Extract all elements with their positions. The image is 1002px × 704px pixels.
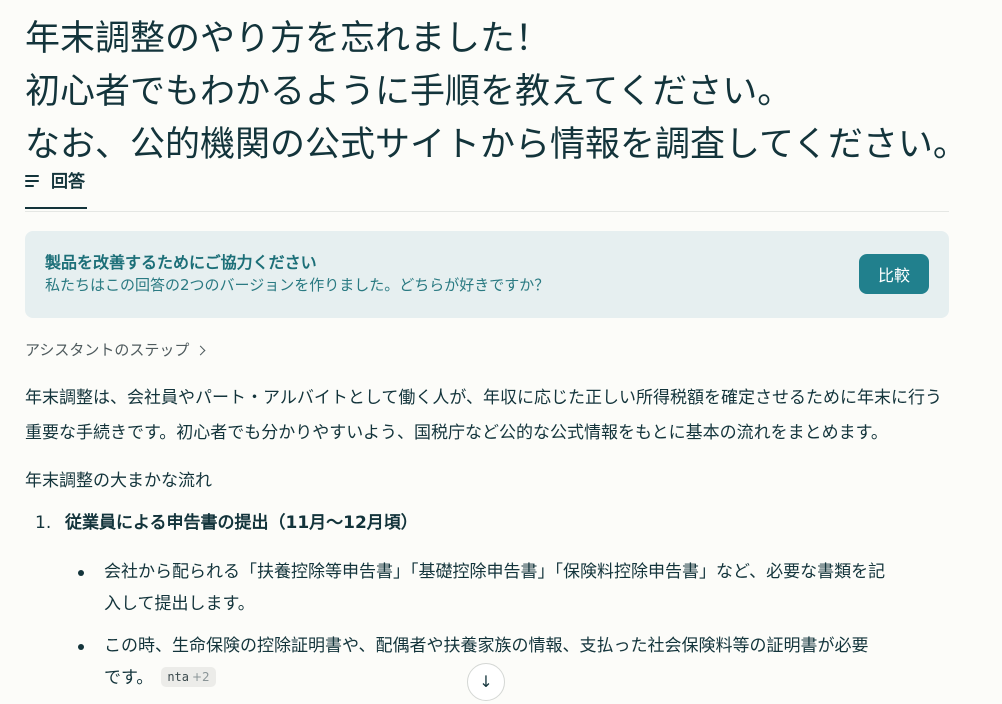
- intro-line: 年末調整は、会社員やパート・アルバイトとして働く人が、年収に応じた正しい所得税額…: [25, 388, 942, 408]
- feedback-title: 製品を改善するためにご協力ください: [45, 253, 317, 272]
- citation-source: nta: [167, 670, 189, 684]
- bullet-line: 会社から配られる「扶養控除等申告書」「基礎控除申告書」「保険料控除申告書」など、…: [104, 562, 886, 582]
- scroll-down-button[interactable]: ↓: [467, 663, 505, 701]
- question-text: 年末調整のやり方を忘れました！ 初心者でもわかるように手順を教えてください。 な…: [25, 0, 968, 172]
- bullet-line: です。 nta +2: [104, 662, 955, 694]
- tab-answer[interactable]: 回答: [25, 165, 87, 209]
- question-line: 初心者でもわかるように手順を教えてください。: [25, 72, 793, 112]
- bullet-line-text: です。: [104, 668, 154, 688]
- step-number: 1.: [35, 513, 52, 533]
- assistant-steps-toggle[interactable]: アシスタントのステップ: [25, 339, 206, 360]
- feedback-banner: 製品を改善するためにご協力ください 私たちはこの回答の2つのバージョンを作りまし…: [25, 231, 949, 318]
- question-line: 年末調整のやり方を忘れました！: [25, 19, 551, 59]
- chevron-right-icon: [195, 345, 206, 355]
- arrow-down-icon: ↓: [479, 672, 493, 691]
- step-bullets: 会社から配られる「扶養控除等申告書」「基礎控除申告書」「保険料控除申告書」など、…: [75, 556, 955, 704]
- assistant-steps-label: アシスタントのステップ: [25, 341, 190, 359]
- answer-intro: 年末調整は、会社員やパート・アルバイトとして働く人が、年収に応じた正しい所得税額…: [25, 381, 949, 451]
- answer-page: 年末調整のやり方を忘れました！ 初心者でもわかるように手順を教えてください。 な…: [25, 0, 968, 688]
- list-item: この時、生命保険の控除証明書や、配偶者や扶養家族の情報、支払った社会保険料等の証…: [75, 630, 955, 694]
- citation-more-count: +2: [192, 670, 210, 684]
- list-item: 会社から配られる「扶養控除等申告書」「基礎控除申告書」「保険料控除申告書」など、…: [75, 556, 955, 620]
- tab-answer-label: 回答: [51, 172, 85, 192]
- section-heading: 年末調整の大まかな流れ: [25, 471, 212, 491]
- list-item: 1. 従業員による申告書の提出（11月〜12月頃）: [35, 508, 418, 538]
- intro-line: 重要な手続きです。初心者でも分かりやすいよう、国税庁など公的な公式情報をもとに基…: [25, 423, 888, 443]
- feedback-subtitle: 私たちはこの回答の2つのバージョンを作りました。どちらが好きですか？: [45, 276, 550, 294]
- citation-chip[interactable]: nta +2: [161, 667, 216, 687]
- list-icon: [25, 175, 41, 189]
- compare-button[interactable]: 比較: [859, 254, 929, 294]
- bullet-line: この時、生命保険の控除証明書や、配偶者や扶養家族の情報、支払った社会保険料等の証…: [104, 636, 869, 656]
- result-tabs: 回答: [25, 165, 949, 212]
- step-title: 従業員による申告書の提出（11月〜12月頃）: [65, 513, 418, 533]
- bullet-line: 入して提出します。: [104, 594, 255, 614]
